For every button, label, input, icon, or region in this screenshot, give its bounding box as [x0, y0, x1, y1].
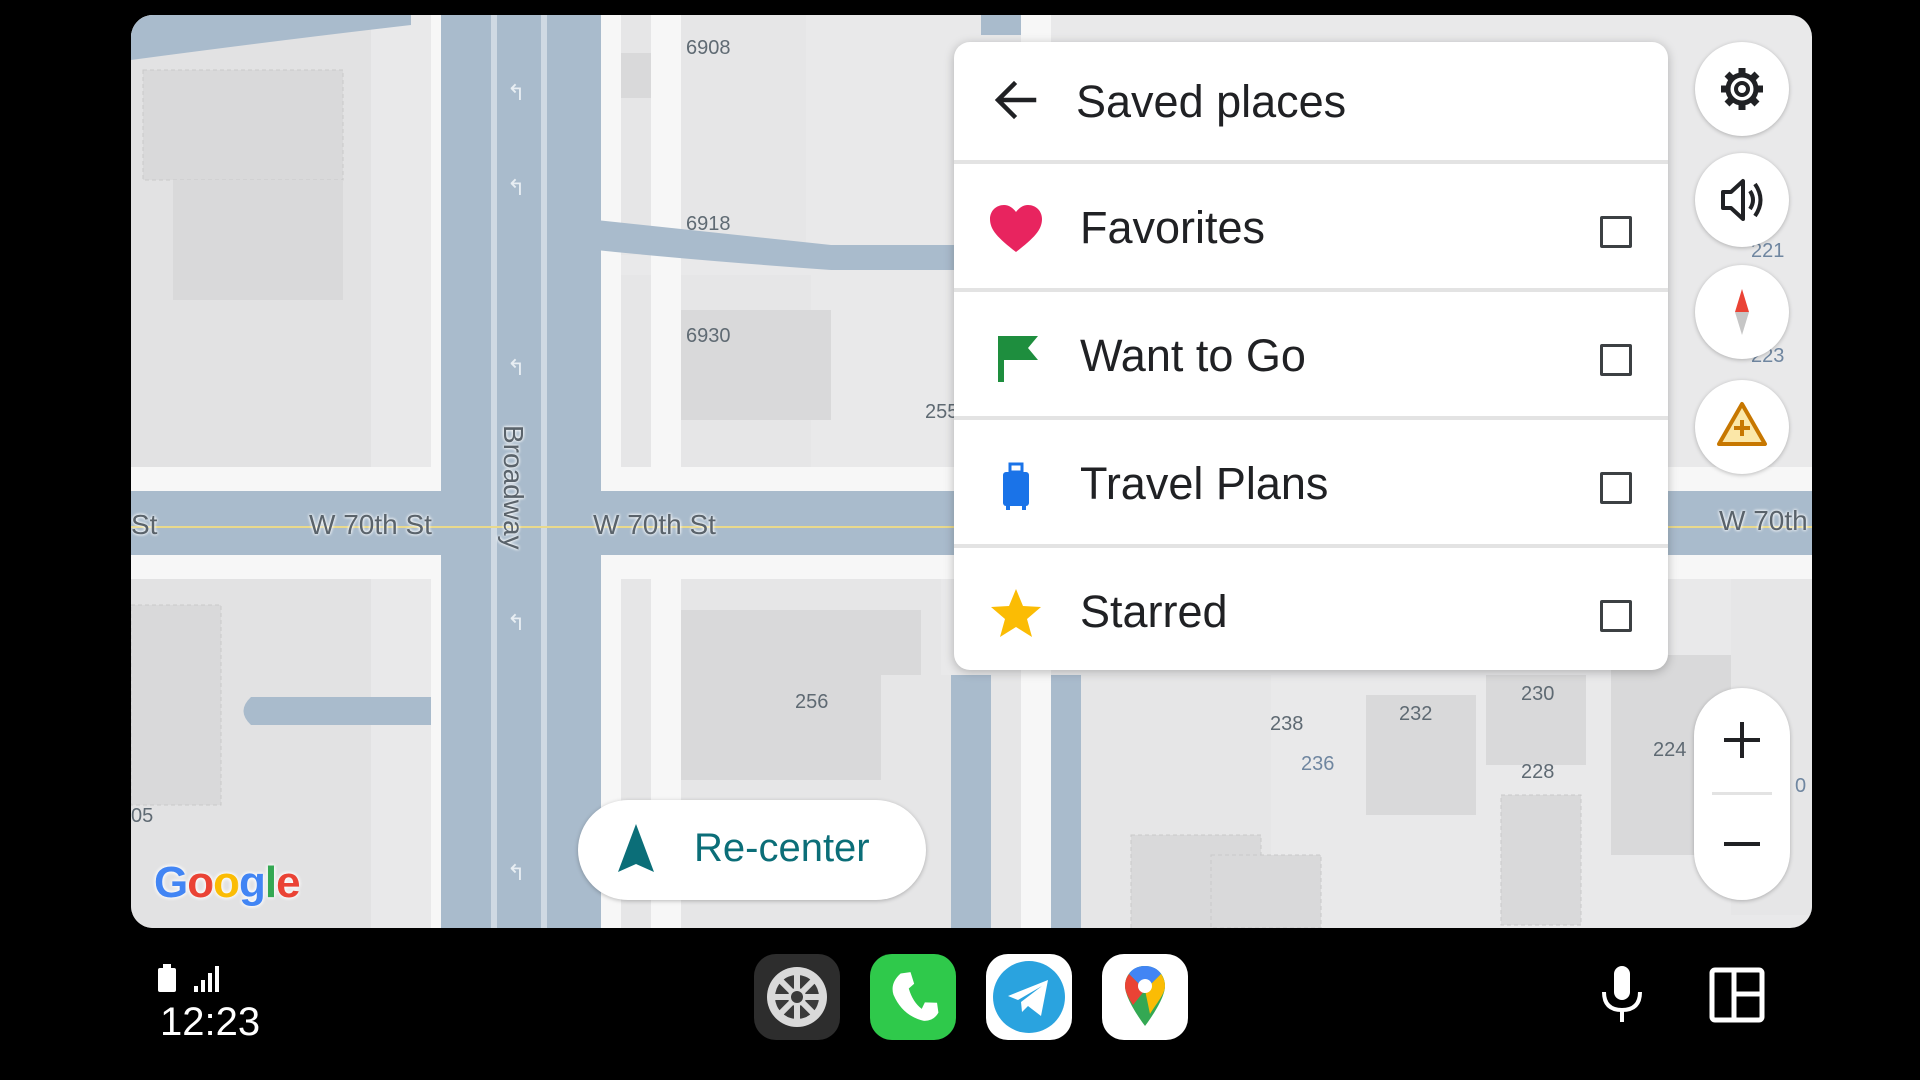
address-number: 230 — [1521, 683, 1555, 705]
saved-list-want-to-go[interactable]: Want to Go — [954, 292, 1668, 420]
lane-arrow-icon: ↰ — [507, 80, 526, 105]
lane-arrow-icon: ↰ — [507, 860, 526, 885]
star-icon — [991, 589, 1041, 637]
battery-icon — [158, 968, 176, 992]
address-number: 6918 — [686, 213, 731, 235]
address-number: 236 — [1301, 753, 1335, 775]
list-item-label: Favorites — [1080, 202, 1266, 253]
lane-arrow-icon: ↰ — [507, 175, 526, 200]
address-number: 6930 — [686, 325, 731, 347]
street-label: W 70th St — [309, 509, 432, 540]
settings-wheel-icon — [767, 967, 827, 1027]
report-button[interactable] — [1695, 380, 1789, 474]
maps-app-icon[interactable] — [1102, 954, 1188, 1040]
google-logo: Google — [154, 858, 301, 907]
address-number: 256 — [795, 691, 829, 713]
zoom-divider — [1712, 792, 1772, 795]
street-label: W 70th St — [593, 509, 716, 540]
zoom-out-button[interactable] — [1694, 796, 1790, 900]
panel-header: Saved places — [954, 42, 1668, 164]
want-to-go-checkbox[interactable] — [1600, 344, 1632, 376]
address-number: 228 — [1521, 761, 1555, 783]
address-number: 224 — [1653, 739, 1687, 761]
address-number: 0 — [1795, 775, 1807, 797]
recenter-label: Re-center — [694, 826, 870, 870]
minus-icon — [1724, 842, 1760, 846]
panel-title: Saved places — [1076, 76, 1347, 127]
heart-icon — [990, 205, 1042, 252]
travel-plans-checkbox[interactable] — [1600, 472, 1632, 504]
zoom-in-button[interactable] — [1694, 688, 1790, 792]
telegram-icon — [993, 961, 1065, 1033]
gear-icon — [1721, 68, 1763, 110]
phone-icon — [892, 972, 939, 1021]
lane-arrow-icon: ↰ — [507, 610, 526, 635]
address-number: 232 — [1399, 703, 1433, 725]
list-item-label: Travel Plans — [1080, 458, 1329, 509]
android-auto-screen: ↰ ↰ ↰ ↰ ↰ 6908 6918 6930 255 256 238 236… — [0, 0, 1920, 1080]
telegram-app-icon[interactable] — [986, 954, 1072, 1040]
street-label: St — [131, 509, 158, 540]
maps-pin-icon — [1125, 966, 1165, 1026]
favorites-checkbox[interactable] — [1600, 216, 1632, 248]
list-item-label: Want to Go — [1080, 330, 1306, 381]
list-item-label: Starred — [1080, 586, 1228, 637]
saved-list-travel-plans[interactable]: Travel Plans — [954, 420, 1668, 548]
flag-icon — [998, 336, 1038, 382]
zoom-control — [1694, 688, 1790, 900]
compass-button[interactable] — [1695, 265, 1789, 359]
phone-app-icon[interactable] — [870, 954, 956, 1040]
layout-icon[interactable] — [1708, 966, 1768, 1026]
microphone-icon[interactable] — [1592, 962, 1652, 1032]
saved-list-starred[interactable]: Starred — [954, 548, 1668, 670]
recenter-button[interactable]: Re-center — [578, 800, 926, 900]
address-number: 238 — [1270, 713, 1304, 735]
status-icons — [158, 964, 219, 992]
plus-icon — [1724, 722, 1760, 758]
settings-app-icon[interactable] — [754, 954, 840, 1040]
saved-places-panel: Saved places Favorites Want to Go Travel… — [954, 42, 1668, 670]
street-label-broadway: Broadway — [498, 425, 529, 550]
clock: 12:23 — [160, 1000, 261, 1044]
speaker-icon — [1721, 179, 1763, 221]
address-number: 6908 — [686, 37, 731, 59]
suitcase-icon — [1003, 462, 1029, 510]
arrow-left-icon[interactable] — [990, 74, 1042, 126]
signal-icon — [194, 986, 198, 992]
warning-plus-icon — [1717, 402, 1767, 446]
settings-button[interactable] — [1695, 42, 1789, 136]
saved-list-favorites[interactable]: Favorites — [954, 164, 1668, 292]
bottom-dock — [131, 928, 1812, 1064]
sound-button[interactable] — [1695, 153, 1789, 247]
address-number: 05 — [131, 805, 154, 827]
navigation-arrow-icon — [618, 824, 654, 872]
lane-arrow-icon: ↰ — [507, 355, 526, 380]
street-label: W 70th — [1719, 505, 1808, 536]
compass-icon — [1735, 289, 1749, 335]
starred-checkbox[interactable] — [1600, 600, 1632, 632]
